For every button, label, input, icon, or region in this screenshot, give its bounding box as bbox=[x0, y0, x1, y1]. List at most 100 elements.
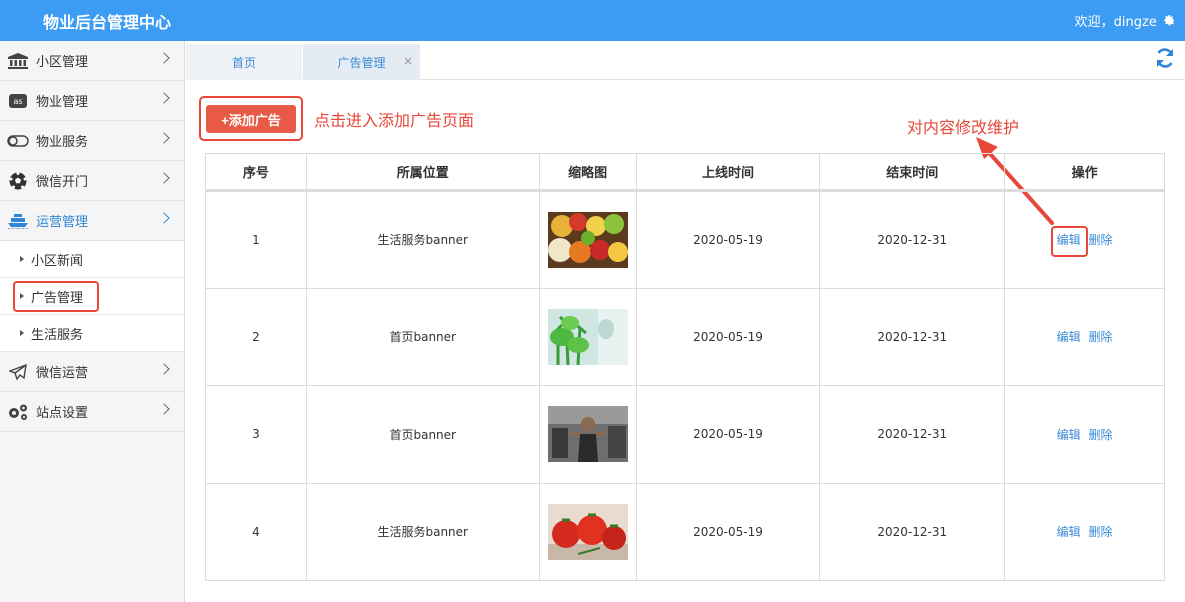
soccer-ball-icon bbox=[7, 171, 29, 190]
toggle-icon bbox=[7, 132, 29, 150]
table-row: 1 生活服务banner 2020-05-19 2020-12-31 编辑 删除 bbox=[205, 190, 1165, 289]
caret-right-icon bbox=[20, 330, 24, 336]
table-row: 4 生活服务banner 2020-05-19 2020-12-31 编辑 删除 bbox=[205, 483, 1165, 581]
row-position: 首页banner bbox=[306, 288, 540, 386]
chevron-right-icon bbox=[158, 172, 170, 184]
thumbnail-fruit[interactable] bbox=[547, 211, 628, 268]
table-row: 2 首页banner 2020-05-19 2020-12-31 编辑 删除 bbox=[205, 288, 1165, 386]
gear-icon[interactable] bbox=[1164, 15, 1175, 30]
row-start-date: 2020-05-19 bbox=[636, 483, 821, 581]
sidebar: 小区管理 as 物业管理 物业服务 微信开门 运营管理 小区新闻 广告管理 生活… bbox=[0, 41, 185, 602]
row-start-date: 2020-05-19 bbox=[636, 190, 821, 289]
column-header: 缩略图 bbox=[539, 153, 637, 192]
column-header: 所属位置 bbox=[306, 153, 540, 192]
sidebar-item-label: 微信运营 bbox=[36, 366, 89, 381]
welcome-text: 欢迎，dingze bbox=[1074, 15, 1157, 30]
sidebar-item-operations[interactable]: 运营管理 bbox=[0, 201, 184, 241]
add-ad-button[interactable]: +添加广告 bbox=[206, 105, 296, 133]
column-header: 结束时间 bbox=[819, 153, 1006, 192]
submenu-item-label: 小区新闻 bbox=[31, 253, 84, 269]
row-end-date: 2020-12-31 bbox=[819, 385, 1006, 484]
column-header: 操作 bbox=[1004, 153, 1165, 192]
row-end-date: 2020-12-31 bbox=[819, 483, 1006, 581]
tab-home[interactable]: 首页 bbox=[186, 44, 302, 80]
row-thumbnail-cell bbox=[539, 483, 637, 581]
edit-link[interactable]: 编辑 bbox=[1057, 330, 1081, 344]
sidebar-item-label: 微信开门 bbox=[36, 175, 89, 190]
add-ad-highlight: +添加广告 bbox=[199, 96, 303, 141]
caret-right-icon bbox=[20, 256, 24, 262]
tab-label: 首页 bbox=[231, 55, 256, 70]
svg-text:as: as bbox=[13, 97, 22, 106]
table-header-row: 序号 所属位置 缩略图 上线时间 结束时间 操作 bbox=[205, 153, 1165, 192]
submenu-item-life-service[interactable]: 生活服务 bbox=[0, 315, 184, 352]
submenu-item-news[interactable]: 小区新闻 bbox=[0, 241, 184, 278]
app-title: 物业后台管理中心 bbox=[43, 13, 172, 32]
ship-icon bbox=[7, 212, 29, 230]
delete-link[interactable]: 删除 bbox=[1089, 428, 1113, 442]
sidebar-item-label: 物业管理 bbox=[36, 95, 89, 110]
delete-link[interactable]: 删除 bbox=[1089, 525, 1113, 539]
edit-highlight-box bbox=[1051, 226, 1088, 257]
chevron-right-icon bbox=[158, 52, 170, 64]
row-index: 1 bbox=[205, 190, 307, 289]
chevron-right-icon bbox=[158, 92, 170, 104]
row-actions: 编辑 删除 bbox=[1004, 483, 1165, 581]
row-end-date: 2020-12-31 bbox=[819, 288, 1006, 386]
gears-icon bbox=[7, 403, 29, 421]
sidebar-item-label: 站点设置 bbox=[36, 406, 89, 421]
ad-table: 序号 所属位置 缩略图 上线时间 结束时间 操作 1 生活服务banner 20… bbox=[205, 153, 1165, 581]
chevron-right-icon bbox=[158, 403, 170, 415]
thumbnail-gym[interactable] bbox=[547, 406, 628, 463]
sidebar-item-wechat-door[interactable]: 微信开门 bbox=[0, 161, 184, 201]
edit-link[interactable]: 编辑 bbox=[1057, 428, 1081, 442]
submenu-item-label: 生活服务 bbox=[31, 327, 84, 343]
chevron-right-icon bbox=[158, 212, 170, 224]
row-position: 生活服务banner bbox=[306, 483, 540, 581]
delete-link[interactable]: 删除 bbox=[1089, 330, 1113, 344]
thumbnail-plant[interactable] bbox=[547, 308, 628, 365]
row-start-date: 2020-05-19 bbox=[636, 385, 821, 484]
paper-plane-icon bbox=[7, 363, 29, 381]
add-ad-annotation: 点击进入添加广告页面 bbox=[314, 111, 475, 130]
row-position: 生活服务banner bbox=[306, 190, 540, 289]
sidebar-item-label: 物业服务 bbox=[36, 135, 89, 150]
row-index: 3 bbox=[205, 385, 307, 484]
close-icon[interactable]: × bbox=[403, 54, 413, 68]
column-header: 上线时间 bbox=[636, 153, 821, 192]
sidebar-item-site-settings[interactable]: 站点设置 bbox=[0, 392, 184, 432]
lastfm-icon: as bbox=[7, 92, 29, 110]
tab-label: 广告管理 bbox=[337, 55, 386, 70]
user-welcome[interactable]: 欢迎，dingze bbox=[1075, 11, 1175, 30]
sidebar-item-wechat-ops[interactable]: 微信运营 bbox=[0, 352, 184, 392]
tab-ad-management[interactable]: 广告管理 × bbox=[303, 44, 420, 80]
highlight-box bbox=[13, 281, 99, 312]
tab-bar: 首页 广告管理 × bbox=[186, 41, 1185, 80]
chevron-right-icon bbox=[158, 363, 170, 375]
submenu-item-ads[interactable]: 广告管理 bbox=[0, 278, 184, 315]
operations-submenu: 小区新闻 广告管理 生活服务 bbox=[0, 241, 184, 352]
chevron-right-icon bbox=[158, 132, 170, 144]
thumbnail-tomato[interactable] bbox=[547, 503, 628, 560]
row-thumbnail-cell bbox=[539, 190, 637, 289]
row-thumbnail-cell bbox=[539, 288, 637, 386]
row-actions: 编辑 删除 bbox=[1004, 385, 1165, 484]
sidebar-item-property[interactable]: as 物业管理 bbox=[0, 81, 184, 121]
sidebar-item-label: 运营管理 bbox=[36, 215, 89, 230]
row-position: 首页banner bbox=[306, 385, 540, 484]
row-index: 2 bbox=[205, 288, 307, 386]
sidebar-item-label: 小区管理 bbox=[36, 55, 89, 70]
row-thumbnail-cell bbox=[539, 385, 637, 484]
sidebar-item-community[interactable]: 小区管理 bbox=[0, 41, 184, 81]
table-row: 3 首页banner 2020-05-19 2020-12-31 编辑 删除 bbox=[205, 385, 1165, 484]
row-actions: 编辑 删除 bbox=[1004, 288, 1165, 386]
refresh-icon[interactable] bbox=[1154, 47, 1176, 69]
delete-link[interactable]: 删除 bbox=[1089, 233, 1113, 247]
row-end-date: 2020-12-31 bbox=[819, 190, 1006, 289]
row-index: 4 bbox=[205, 483, 307, 581]
column-header: 序号 bbox=[205, 153, 307, 192]
top-header: 物业后台管理中心 欢迎，dingze bbox=[0, 0, 1185, 41]
sidebar-item-service[interactable]: 物业服务 bbox=[0, 121, 184, 161]
edit-link[interactable]: 编辑 bbox=[1057, 525, 1081, 539]
row-start-date: 2020-05-19 bbox=[636, 288, 821, 386]
